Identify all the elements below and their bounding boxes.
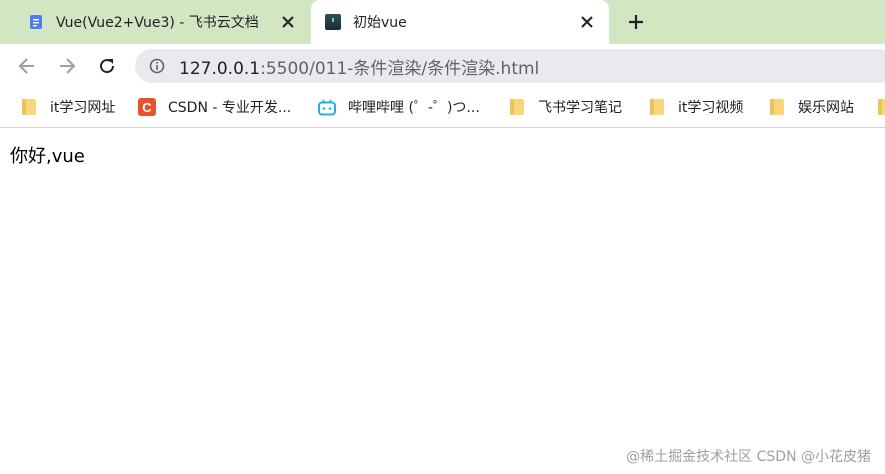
page-favicon (325, 14, 341, 30)
bookmark-label: 娱乐网站 (798, 100, 854, 116)
bookmarks-bar: it学习网址 C CSDN - 专业开发... 哔哩哔哩 (゜-゜)つ... 飞… (0, 88, 885, 128)
bookmark-label: CSDN - 专业开发... (168, 100, 292, 116)
folder-icon (878, 99, 885, 115)
new-tab-button[interactable] (622, 8, 650, 36)
document-icon (30, 15, 42, 29)
svg-text:C: C (142, 100, 152, 115)
folder-icon (510, 99, 524, 115)
bookmark-csdn[interactable]: C CSDN - 专业开发... (138, 96, 291, 118)
bookmark-overflow[interactable] (876, 96, 885, 118)
arrow-left-icon (18, 58, 34, 74)
tab-vue-page[interactable]: 初始vue (311, 0, 609, 44)
address-bar[interactable]: 127.0.0.1:5500/011-条件渲染/条件渲染.html (135, 49, 885, 83)
page-heading-text: 你好,vue (10, 146, 85, 167)
bookmark-it-videos[interactable]: it学习视频 (648, 96, 743, 118)
csdn-icon: C (138, 98, 156, 116)
folder-icon (770, 99, 784, 115)
bookmark-label: it学习视频 (678, 100, 744, 116)
folder-icon (22, 99, 36, 115)
bookmark-feishu-notes[interactable]: 飞书学习笔记 (508, 96, 622, 118)
bookmark-label: it学习网址 (50, 100, 116, 116)
tab-strip: Vue(Vue2+Vue3) - 飞书云文档 初始vue (0, 0, 885, 44)
bookmark-bilibili[interactable]: 哔哩哔哩 (゜-゜)つ... (318, 96, 480, 118)
url-host: 127.0.0.1 (179, 58, 261, 79)
url-path: :5500/011-条件渲染/条件渲染.html (260, 58, 540, 79)
bookmark-entertainment[interactable]: 娱乐网站 (768, 96, 854, 118)
bookmark-it-sites[interactable]: it学习网址 (20, 96, 115, 118)
back-button[interactable] (13, 52, 41, 80)
folder-icon (650, 99, 664, 115)
bilibili-icon (318, 99, 336, 116)
close-tab-icon[interactable] (278, 12, 298, 32)
reload-button[interactable] (93, 52, 121, 80)
url-text: 127.0.0.1:5500/011-条件渲染/条件渲染.html (179, 54, 539, 79)
tab-feishu-doc[interactable]: Vue(Vue2+Vue3) - 飞书云文档 (14, 0, 310, 44)
tab-title: 初始vue (353, 15, 407, 31)
bookmark-label: 飞书学习笔记 (538, 100, 622, 116)
bookmark-label: 哔哩哔哩 (゜-゜)つ... (348, 100, 480, 116)
arrow-right-icon (60, 58, 76, 74)
tab-title: Vue(Vue2+Vue3) - 飞书云文档 (56, 15, 259, 31)
info-icon[interactable] (149, 58, 165, 74)
forward-button[interactable] (53, 52, 81, 80)
close-tab-icon[interactable] (577, 12, 597, 32)
browser-toolbar: 127.0.0.1:5500/011-条件渲染/条件渲染.html (0, 44, 885, 88)
plus-icon (629, 15, 643, 29)
page-content: 你好,vue @稀土掘金技术社区 CSDN @小花皮猪 (0, 129, 885, 474)
reload-icon (100, 59, 115, 74)
watermark: @稀土掘金技术社区 CSDN @小花皮猪 (626, 449, 871, 465)
